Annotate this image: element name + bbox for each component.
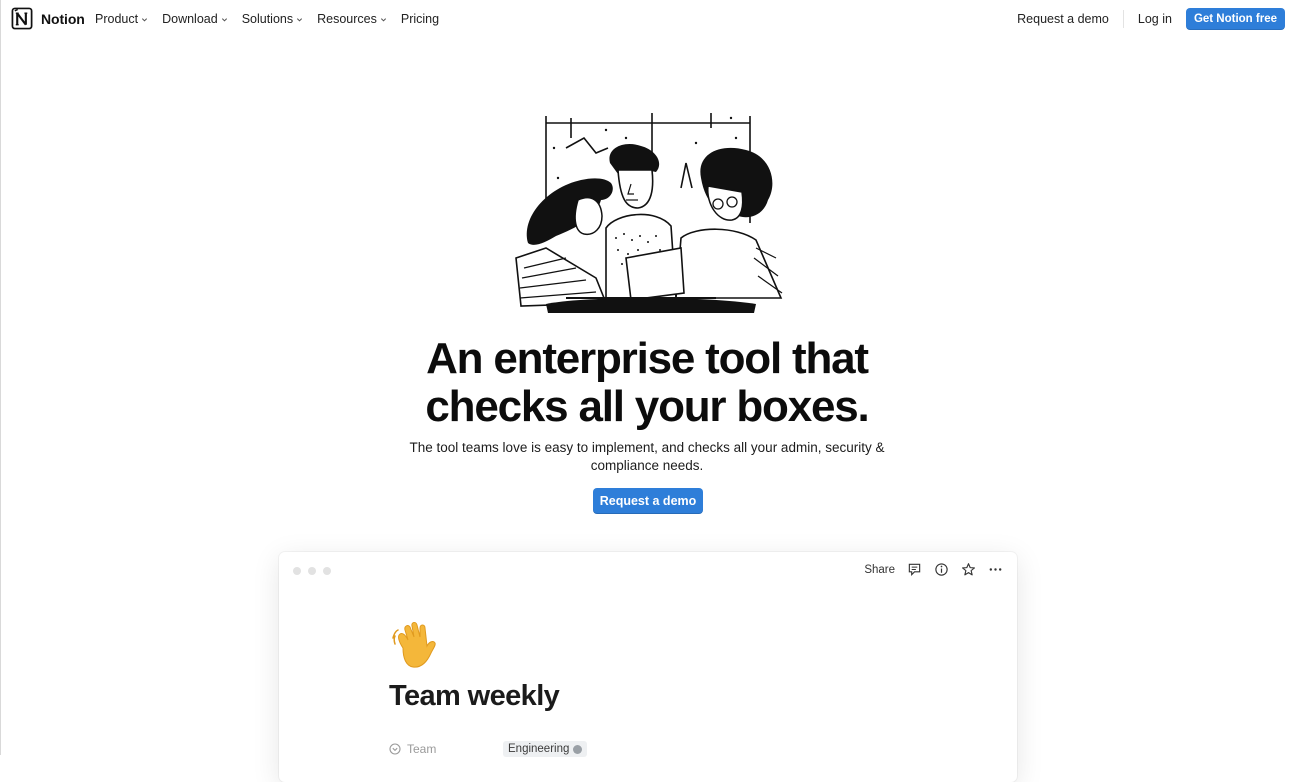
headline-line-2: checks all your boxes. (425, 382, 869, 431)
nav-request-demo-link[interactable]: Request a demo (1017, 12, 1109, 26)
nav-download-label: Download (162, 12, 218, 26)
chevron-down-icon (380, 17, 386, 22)
share-button[interactable]: Share (864, 564, 895, 576)
nav-product[interactable]: Product (95, 12, 148, 26)
tag-status-icon (573, 744, 583, 754)
hero-request-demo-button[interactable]: Request a demo (593, 488, 703, 514)
more-options-icon[interactable] (988, 562, 1003, 577)
team-tag-label: Engineering (508, 743, 570, 755)
nav-solutions[interactable]: Solutions (242, 12, 303, 26)
chevron-down-icon (221, 17, 227, 22)
nav-pricing[interactable]: Pricing (401, 12, 439, 26)
comment-icon[interactable] (907, 562, 922, 577)
window-controls (293, 567, 331, 575)
top-navigation: Notion Product Download Solutions Resour… (1, 0, 1292, 38)
hero-subheading: The tool teams love is easy to implement… (409, 440, 885, 473)
property-label: Team (407, 742, 437, 756)
notion-logo-icon (11, 7, 33, 30)
nav-divider (1122, 10, 1124, 28)
select-property-icon (389, 743, 401, 755)
get-notion-free-button[interactable]: Get Notion free (1185, 8, 1285, 30)
notion-logo-link[interactable]: Notion (11, 7, 85, 30)
nav-resources[interactable]: Resources (317, 12, 387, 26)
team-illustration (515, 113, 783, 313)
chevron-down-icon (142, 17, 148, 22)
brand-name: Notion (41, 10, 85, 27)
window-dot (308, 567, 316, 575)
waving-hand-emoji-icon (392, 622, 436, 668)
page-toolbar: Share (864, 562, 1003, 577)
star-icon[interactable] (961, 562, 976, 577)
nav-resources-label: Resources (317, 12, 377, 26)
headline-line-1: An enterprise tool that (426, 334, 869, 383)
window-dot (293, 567, 301, 575)
notion-page-preview: Share Team weekly Team Engineering (279, 552, 1017, 782)
nav-product-label: Product (95, 12, 139, 26)
nav-solutions-label: Solutions (241, 12, 294, 26)
chevron-down-icon (297, 17, 303, 22)
nav-download[interactable]: Download (162, 12, 228, 26)
login-link[interactable]: Log in (1138, 12, 1172, 26)
window-dot (323, 567, 331, 575)
info-icon[interactable] (934, 562, 949, 577)
hero-headline: An enterprise tool that checks all your … (1, 335, 1292, 431)
page-title[interactable]: Team weekly (389, 680, 560, 713)
nav-pricing-label: Pricing (400, 12, 440, 26)
